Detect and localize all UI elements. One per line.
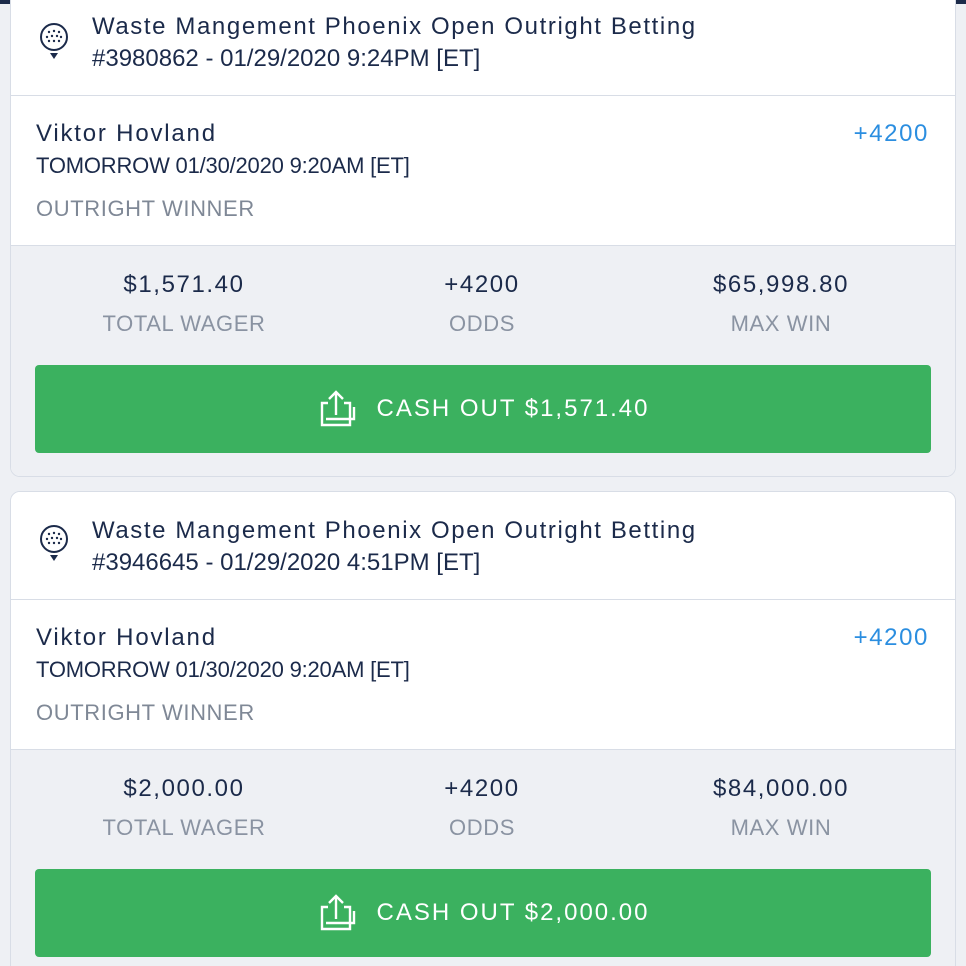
selection-odds: +4200 xyxy=(853,624,929,651)
odds-label: ODDS xyxy=(449,311,515,336)
player-name: Viktor Hovland xyxy=(36,120,217,147)
selection-odds: +4200 xyxy=(853,120,929,147)
max-win-label: MAX WIN xyxy=(730,815,832,840)
cash-out-label: CASH OUT $2,000.00 xyxy=(376,899,650,926)
event-title: Waste Mangement Phoenix Open Outright Be… xyxy=(92,13,697,40)
total-wager-value: $1,571.40 xyxy=(123,271,245,298)
cash-out-label: CASH OUT $1,571.40 xyxy=(376,395,650,422)
odds: +4200 ODDS xyxy=(332,775,632,841)
total-wager-label: TOTAL WAGER xyxy=(102,311,266,336)
max-win-value: $65,998.80 xyxy=(712,271,850,298)
odds-label: ODDS xyxy=(449,815,515,840)
ticket-info: #3980862 - 01/29/2020 9:24PM [ET] xyxy=(92,45,481,72)
bet-card: Waste Mangement Phoenix Open Outright Be… xyxy=(10,0,956,477)
event-time: TOMORROW 01/30/2020 9:20AM [ET] xyxy=(36,153,410,178)
cash-out-icon xyxy=(321,390,356,427)
selection-section: Viktor Hovland +4200 TOMORROW 01/30/2020… xyxy=(11,96,955,246)
total-wager: $2,000.00 TOTAL WAGER xyxy=(34,775,334,841)
total-wager-label: TOTAL WAGER xyxy=(102,815,266,840)
golf-ball-icon xyxy=(40,525,68,561)
bet-card: Waste Mangement Phoenix Open Outright Be… xyxy=(10,491,956,966)
bet-header: Waste Mangement Phoenix Open Outright Be… xyxy=(11,0,955,96)
event-title: Waste Mangement Phoenix Open Outright Be… xyxy=(92,517,697,544)
market-type: OUTRIGHT WINNER xyxy=(36,196,255,221)
selection-section: Viktor Hovland +4200 TOMORROW 01/30/2020… xyxy=(11,600,955,750)
max-win-label: MAX WIN xyxy=(730,311,832,336)
odds-value: +4200 xyxy=(444,775,520,802)
bet-header: Waste Mangement Phoenix Open Outright Be… xyxy=(11,492,955,600)
cash-out-button[interactable]: CASH OUT $2,000.00 xyxy=(35,869,931,957)
event-time: TOMORROW 01/30/2020 9:20AM [ET] xyxy=(36,657,410,682)
odds-value: +4200 xyxy=(444,271,520,298)
cash-out-button[interactable]: CASH OUT $1,571.40 xyxy=(35,365,931,453)
total-wager-value: $2,000.00 xyxy=(123,775,245,802)
total-wager: $1,571.40 TOTAL WAGER xyxy=(34,271,334,337)
bet-summary: $2,000.00 TOTAL WAGER +4200 ODDS $84,000… xyxy=(11,750,955,966)
market-type: OUTRIGHT WINNER xyxy=(36,700,255,725)
max-win: $84,000.00 MAX WIN xyxy=(631,775,931,841)
ticket-info: #3946645 - 01/29/2020 4:51PM [ET] xyxy=(92,549,481,576)
max-win: $65,998.80 MAX WIN xyxy=(631,271,931,337)
player-name: Viktor Hovland xyxy=(36,624,217,651)
golf-ball-icon xyxy=(40,23,68,59)
bet-summary: $1,571.40 TOTAL WAGER +4200 ODDS $65,998… xyxy=(11,246,955,476)
max-win-value: $84,000.00 xyxy=(712,775,850,802)
odds: +4200 ODDS xyxy=(332,271,632,337)
cash-out-icon xyxy=(321,894,356,931)
